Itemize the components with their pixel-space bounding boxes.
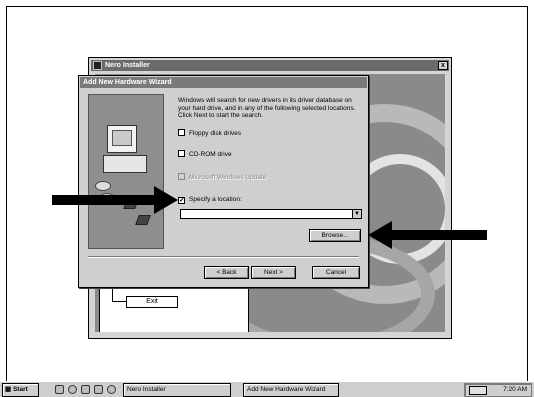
left-annotation-arrow-head	[154, 186, 178, 214]
quicklaunch-mail-icon[interactable]	[81, 385, 90, 394]
task-add-hardware-wizard[interactable]: Add New Hardware Wizard	[243, 383, 339, 397]
nero-title: Nero Installer	[105, 62, 150, 69]
add-hardware-wizard-dialog: Add New Hardware Wizard Windows will sea…	[78, 75, 369, 288]
quicklaunch-media-icon[interactable]	[107, 385, 116, 394]
clock[interactable]: 7:20 AM	[503, 386, 527, 393]
floppy-icon	[135, 215, 151, 225]
floppy-checkbox[interactable]	[178, 129, 185, 136]
specify-location-checkbox[interactable]: ✓	[178, 197, 185, 204]
nero-close-button[interactable]: x	[438, 61, 448, 70]
windows-update-checkbox	[178, 173, 185, 180]
monitor-screen	[112, 130, 132, 146]
next-button[interactable]: Next >	[251, 266, 296, 279]
browse-button[interactable]: Browse...	[309, 229, 361, 242]
option-windows-update: Microsoft Windows Update	[178, 173, 266, 183]
start-button[interactable]: ▦ Start	[2, 383, 39, 397]
right-annotation-arrow-shaft	[391, 230, 487, 240]
dialog-separator	[88, 256, 359, 258]
task-nero-installer[interactable]: Nero Installer	[123, 383, 231, 397]
location-combobox[interactable]: ▼	[180, 209, 362, 219]
cd-icon	[95, 181, 111, 191]
option-floppy[interactable]: Floppy disk drives	[178, 129, 241, 139]
wizard-description: Windows will search for new drivers in i…	[178, 97, 356, 119]
nero-menu-panel: Exit	[99, 284, 249, 332]
option-cdrom[interactable]: CD-ROM drive	[178, 150, 232, 160]
wizard-titlebar[interactable]: Add New Hardware Wizard	[80, 77, 367, 88]
tray-network-icon[interactable]	[469, 386, 487, 395]
system-tray: 7:20 AM	[464, 383, 532, 397]
option-specify-location[interactable]: ✓ Specify a location:	[178, 195, 242, 205]
monitor-icon	[107, 125, 137, 153]
cancel-button[interactable]: Cancel	[312, 266, 360, 279]
left-annotation-arrow-shaft	[52, 195, 156, 205]
computer-wizard-illustration	[88, 94, 164, 249]
right-annotation-arrow-head	[368, 221, 392, 249]
exit-button[interactable]: Exit	[126, 296, 178, 308]
combo-dropdown-arrow[interactable]: ▼	[352, 210, 361, 218]
computer-case-icon	[103, 155, 147, 173]
back-button[interactable]: < Back	[204, 266, 249, 279]
start-logo-icon: ▦	[5, 386, 12, 393]
cdrom-checkbox[interactable]	[178, 150, 185, 157]
taskbar: ▦ Start Nero Installer Add New Hardware …	[0, 381, 534, 397]
quicklaunch-browser-icon[interactable]	[68, 385, 77, 394]
menu-connector	[112, 301, 126, 302]
quicklaunch-desktop-icon[interactable]	[55, 385, 64, 394]
quicklaunch-channels-icon[interactable]	[94, 385, 103, 394]
nero-titlebar[interactable]: Nero Installer x	[91, 60, 449, 71]
nero-app-icon	[93, 61, 102, 70]
